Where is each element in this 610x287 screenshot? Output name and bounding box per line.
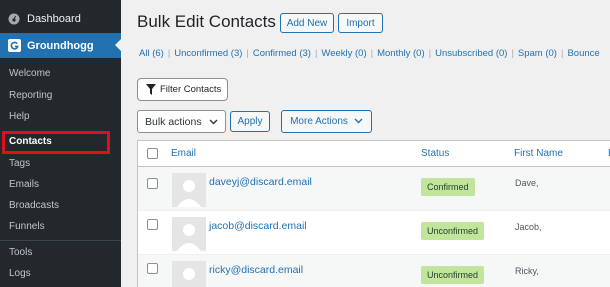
avatar [172, 173, 206, 207]
view-all[interactable]: All (6) [139, 48, 164, 59]
first-name-cell: Dave, [515, 178, 539, 188]
contact-email-link[interactable]: jacob@discard.email [209, 220, 307, 232]
sidebar-item-groundhogg[interactable]: Groundhogg [0, 33, 121, 58]
chevron-down-icon [354, 116, 363, 128]
sidebar-item-funnels[interactable]: Funnels [0, 218, 121, 236]
row-checkbox[interactable] [147, 178, 158, 189]
first-name-cell: Ricky, [515, 266, 539, 276]
first-name-cell: Jacob, [515, 222, 542, 232]
sidebar-item-label: Groundhogg [27, 39, 94, 52]
filter-contacts-button[interactable]: Filter Contacts [137, 78, 228, 101]
view-unsubscribed[interactable]: Unsubscribed (0) [435, 48, 507, 59]
view-filters: All (6) | Unconfirmed (3) | Confirmed (3) | We… [139, 48, 600, 59]
more-actions-button[interactable]: More Actions [281, 110, 372, 133]
filter-label: Filter Contacts [160, 84, 222, 95]
dashboard-icon [8, 13, 20, 25]
view-bounce[interactable]: Bounce [567, 48, 599, 59]
select-all-checkbox[interactable] [147, 148, 158, 159]
contacts-table: Email Status First Name L daveyj@discard… [137, 140, 610, 287]
table-row: ricky@discard.email Unconfirmed Ricky, [138, 255, 610, 287]
contact-email-link[interactable]: daveyj@discard.email [209, 176, 312, 188]
view-monthly[interactable]: Monthly (0) [377, 48, 425, 59]
table-header: Email Status First Name L [138, 141, 610, 167]
groundhogg-icon [8, 39, 21, 52]
sidebar-item-broadcasts[interactable]: Broadcasts [0, 197, 121, 215]
main-content: Bulk Edit Contacts Add New Import All (6… [121, 0, 610, 287]
sidebar-item-reporting[interactable]: Reporting [0, 87, 121, 105]
sidebar-item-tags[interactable]: Tags [0, 155, 121, 173]
sidebar-item-logs[interactable]: Logs [0, 265, 121, 283]
view-confirmed[interactable]: Confirmed (3) [253, 48, 311, 59]
filter-icon [146, 84, 156, 95]
bulk-actions-value: Bulk actions [145, 115, 202, 128]
table-row: jacob@discard.email Unconfirmed Jacob, [138, 211, 610, 255]
bulk-actions-select[interactable]: Bulk actions [137, 110, 226, 133]
avatar [172, 217, 206, 251]
chevron-down-icon [209, 117, 218, 129]
sidebar-divider [0, 240, 121, 241]
admin-sidebar: Dashboard Groundhogg Welcome Reporting H… [0, 0, 121, 287]
page-title: Bulk Edit Contacts [137, 12, 276, 31]
sidebar-item-welcome[interactable]: Welcome [0, 65, 121, 83]
status-badge: Confirmed [421, 178, 475, 196]
view-weekly[interactable]: Weekly (0) [321, 48, 366, 59]
apply-button[interactable]: Apply [230, 111, 270, 132]
view-unconfirmed[interactable]: Unconfirmed (3) [174, 48, 242, 59]
sidebar-item-tools[interactable]: Tools [0, 244, 121, 262]
column-email[interactable]: Email [171, 148, 196, 159]
avatar [172, 261, 206, 287]
highlight-box [2, 131, 110, 154]
status-badge: Unconfirmed [421, 222, 485, 240]
contact-email-link[interactable]: ricky@discard.email [209, 264, 303, 276]
column-first-name[interactable]: First Name [514, 148, 563, 159]
column-status[interactable]: Status [421, 148, 449, 159]
table-row: daveyj@discard.email Confirmed Dave, [138, 167, 610, 211]
sidebar-item-dashboard[interactable]: Dashboard [0, 8, 121, 30]
sidebar-item-help[interactable]: Help [0, 108, 121, 126]
add-new-button[interactable]: Add New [280, 13, 334, 33]
row-checkbox[interactable] [147, 219, 158, 230]
sidebar-item-emails[interactable]: Emails [0, 176, 121, 194]
view-spam[interactable]: Spam (0) [518, 48, 557, 59]
row-checkbox[interactable] [147, 263, 158, 274]
sidebar-item-label: Dashboard [27, 13, 81, 25]
import-button[interactable]: Import [338, 13, 383, 33]
more-actions-label: More Actions [290, 116, 348, 127]
status-badge: Unconfirmed [421, 266, 485, 284]
